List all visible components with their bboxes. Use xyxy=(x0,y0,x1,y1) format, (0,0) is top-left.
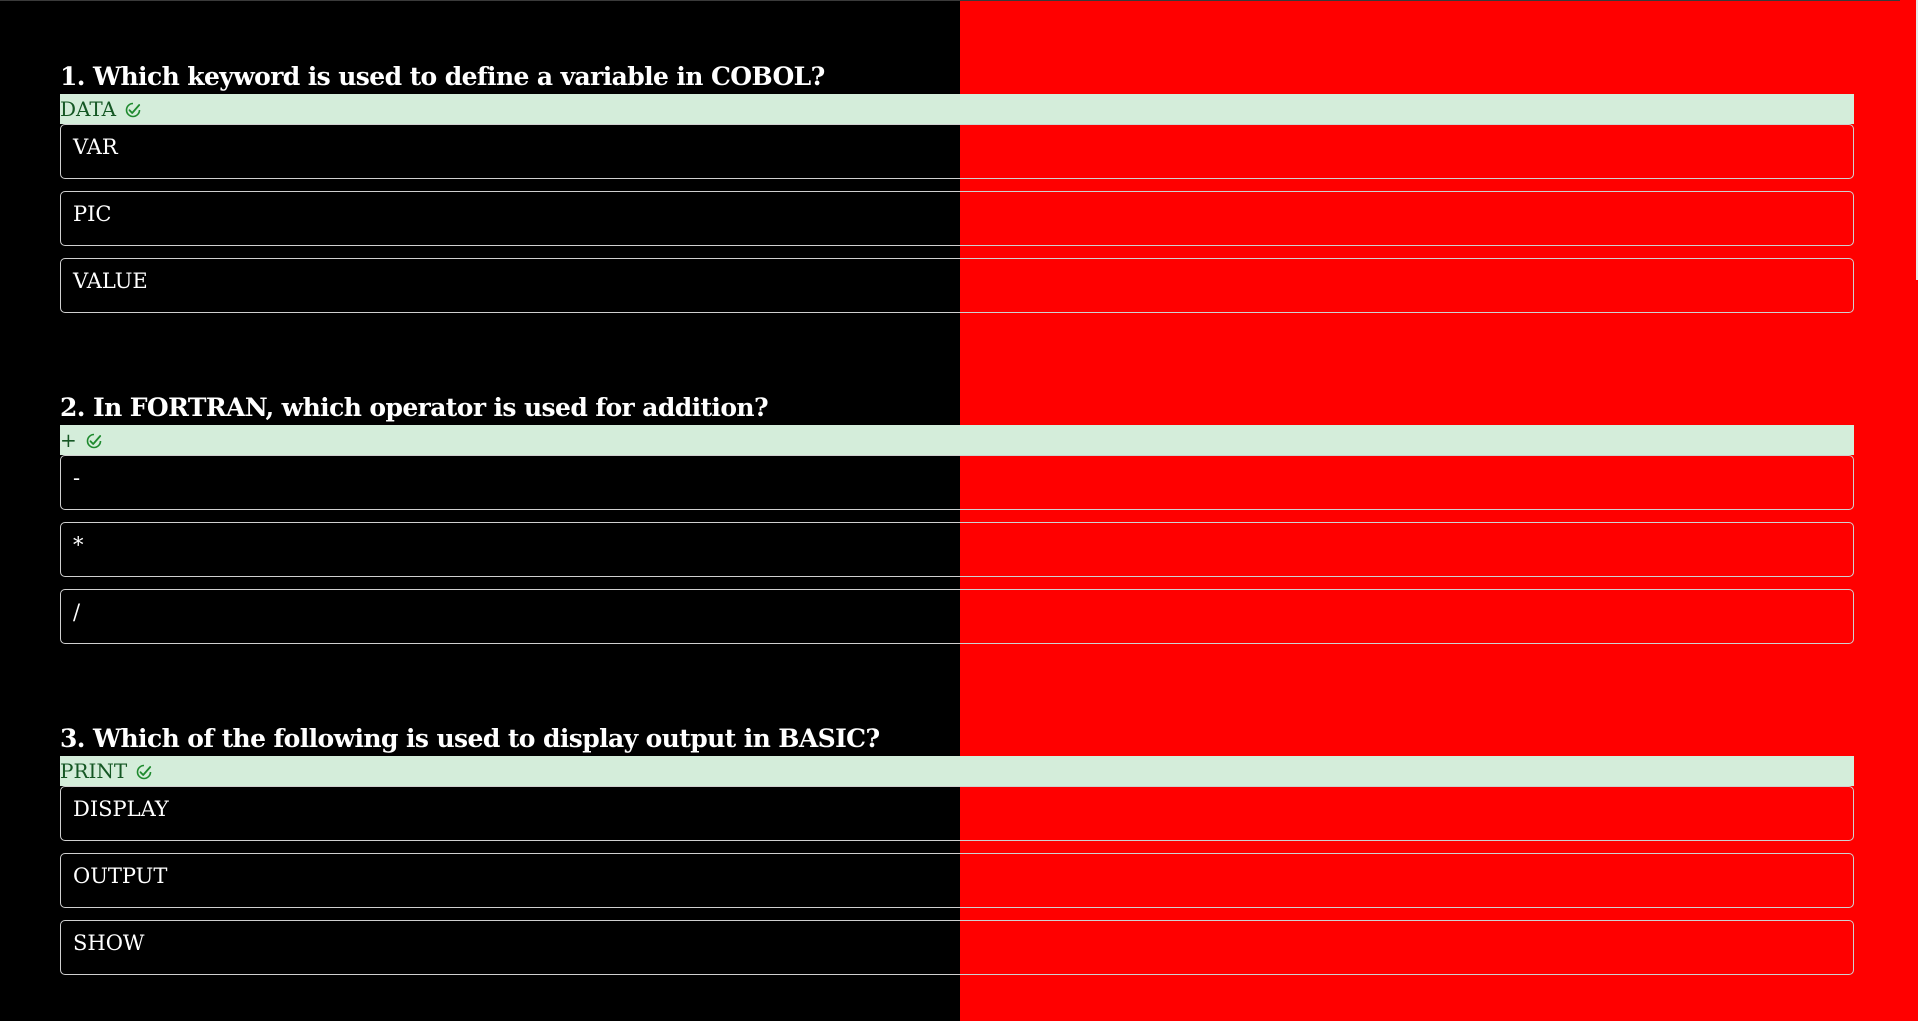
correct-answer-label: + xyxy=(60,428,77,452)
top-border xyxy=(0,0,1900,1)
answer-option[interactable]: VALUE xyxy=(60,258,1854,313)
correct-answer: + xyxy=(60,425,1854,455)
correct-answer: DATA xyxy=(60,94,1854,124)
question-2: 2. In FORTRAN, which operator is used fo… xyxy=(60,391,1854,644)
answer-option[interactable]: * xyxy=(60,522,1854,577)
question-title: 1. Which keyword is used to define a var… xyxy=(60,62,825,91)
scrollbar[interactable] xyxy=(1900,0,1918,1021)
check-circle-icon xyxy=(136,764,152,780)
answer-option[interactable]: - xyxy=(60,455,1854,510)
answer-option[interactable]: / xyxy=(60,589,1854,644)
answer-option[interactable]: VAR xyxy=(60,124,1854,179)
correct-answer-label: PRINT xyxy=(60,759,128,783)
question-title: 3. Which of the following is used to dis… xyxy=(60,724,880,753)
correct-answer-label: DATA xyxy=(60,97,117,121)
answer-option[interactable]: PIC xyxy=(60,191,1854,246)
answer-option[interactable]: SHOW xyxy=(60,920,1854,975)
answer-option[interactable]: OUTPUT xyxy=(60,853,1854,908)
answer-option[interactable]: DISPLAY xyxy=(60,786,1854,841)
question-1: 1. Which keyword is used to define a var… xyxy=(60,60,1854,313)
question-title: 2. In FORTRAN, which operator is used fo… xyxy=(60,393,769,422)
check-circle-icon xyxy=(125,102,141,118)
question-3: 3. Which of the following is used to dis… xyxy=(60,722,1854,975)
check-circle-icon xyxy=(86,433,102,449)
correct-answer: PRINT xyxy=(60,756,1854,786)
